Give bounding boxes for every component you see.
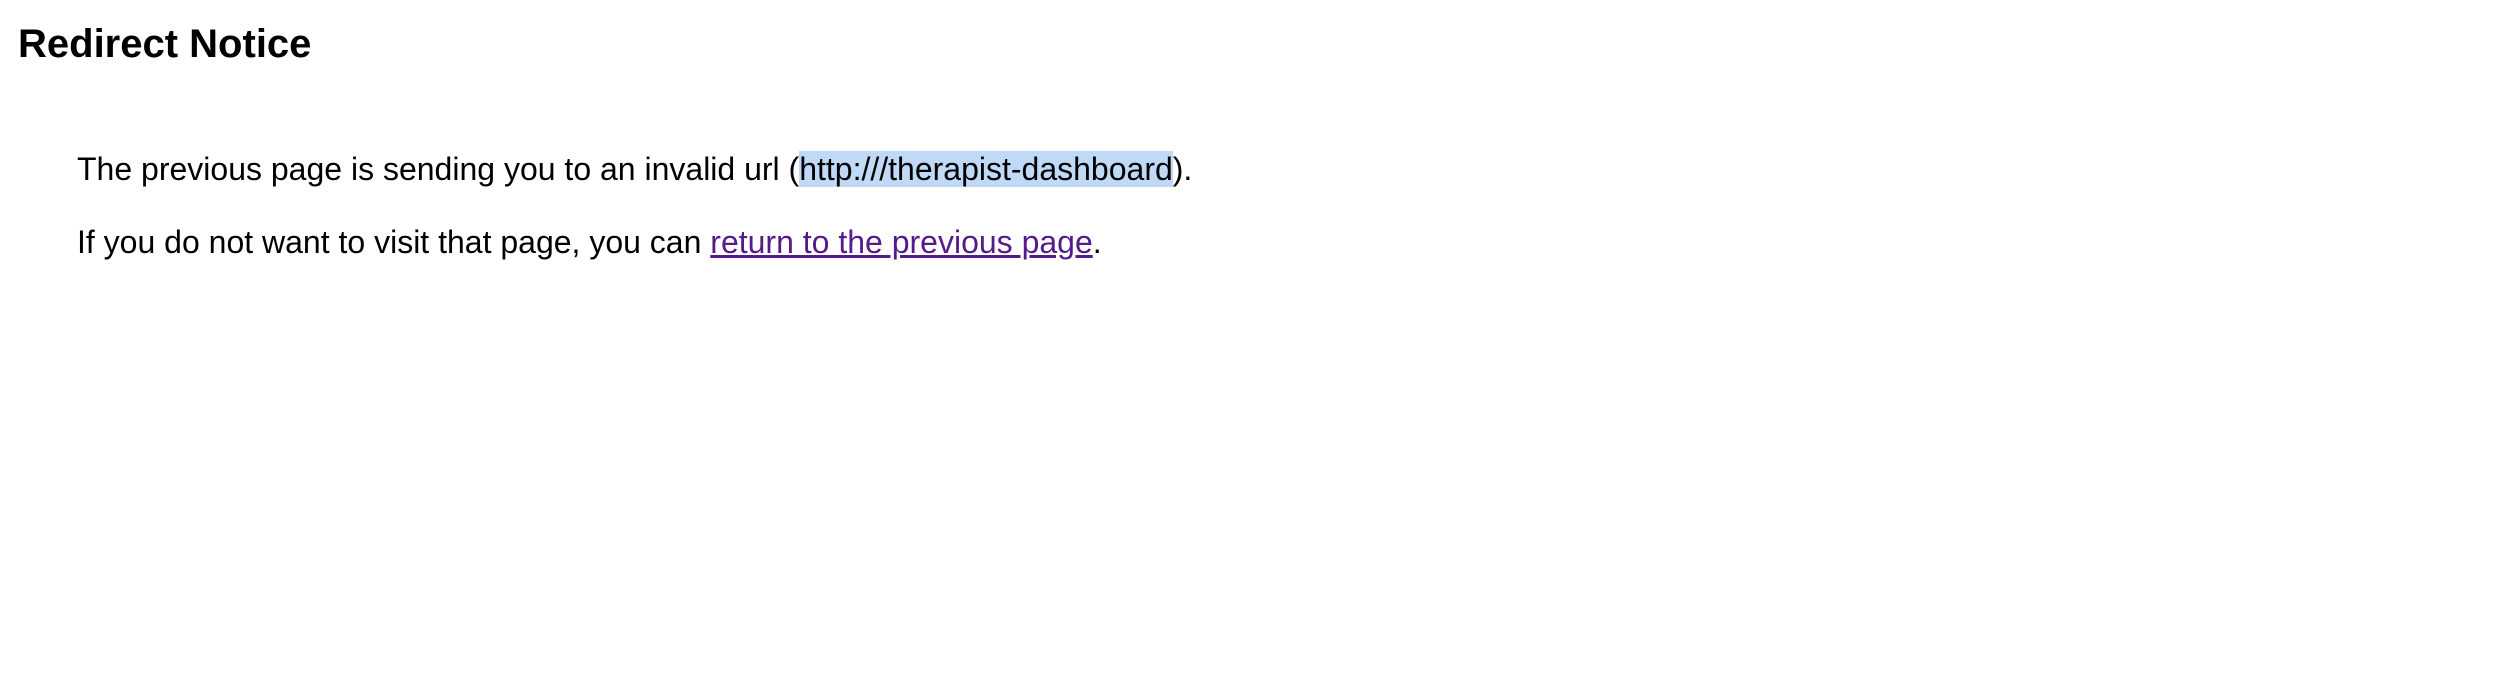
redirect-message: The previous page is sending you to an i… [77,145,1192,266]
return-message-suffix: . [1092,224,1102,260]
invalid-url-prefix: The previous page is sending you to an i… [77,151,800,187]
invalid-url-text[interactable]: http:///therapist-dashboard [799,151,1173,187]
return-message: If you do not want to visit that page, y… [77,218,1192,266]
page-title: Redirect Notice [18,22,312,66]
return-message-prefix: If you do not want to visit that page, y… [77,224,711,260]
invalid-url-message: The previous page is sending you to an i… [77,145,1192,193]
return-to-previous-page-link[interactable]: return to the previous page [710,224,1092,260]
invalid-url-suffix: ). [1172,151,1193,187]
